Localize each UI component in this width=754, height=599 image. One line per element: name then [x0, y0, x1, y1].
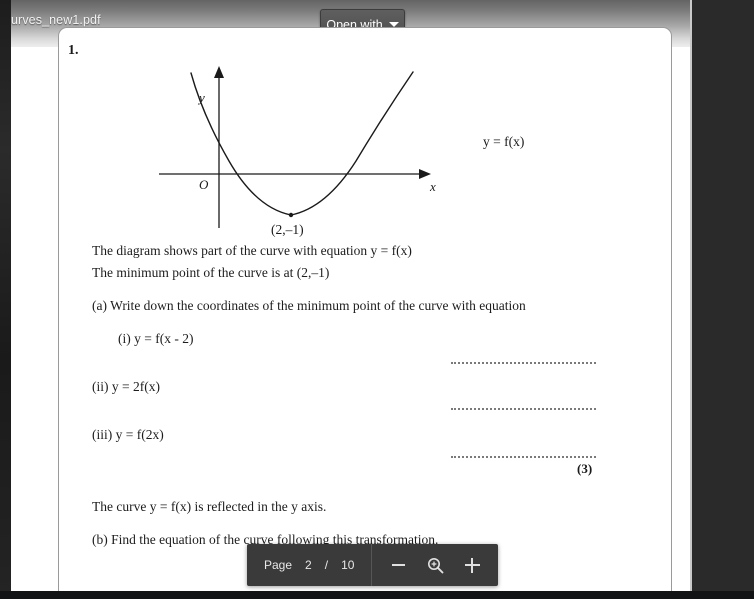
- page-separator: /: [324, 558, 329, 572]
- reflect-statement: The curve y = f(x) is reflected in the y…: [92, 499, 327, 514]
- graph-minimum-point-label: (2,–1): [271, 222, 304, 237]
- part-a-prompt: (a) Write down the coordinates of the mi…: [92, 298, 526, 313]
- minus-icon: [391, 564, 405, 566]
- function-graph: y x O (2,–1) y = f(x): [151, 56, 524, 246]
- answer-line-iii[interactable]: [451, 456, 596, 459]
- graph-y-axis-label: y: [199, 90, 205, 105]
- question-text-block: The diagram shows part of the curve with…: [92, 243, 652, 554]
- graph-svg: [159, 66, 431, 228]
- right-side-panel[interactable]: dd c rk a nme to T: [690, 0, 754, 599]
- marks-label-a: (3): [577, 461, 593, 476]
- window-left-edge: [0, 0, 11, 599]
- page-margin-left: [11, 47, 59, 591]
- answer-line-ii[interactable]: [451, 408, 596, 411]
- zoom-controls-group: [372, 544, 498, 586]
- pdf-viewer-root: dd c rk a nme to T urves_new1.pdf Open w…: [0, 0, 754, 599]
- page-label: Page: [264, 558, 293, 572]
- page-navigation-group: Page 2 / 10: [247, 544, 373, 586]
- answer-line-i[interactable]: [451, 362, 596, 365]
- total-pages-value: 10: [341, 558, 355, 572]
- file-title: urves_new1.pdf: [11, 13, 101, 27]
- zoom-out-button[interactable]: [389, 556, 407, 574]
- window-bottom-edge: [0, 591, 754, 599]
- part-a-iii: (iii) y = f(2x): [92, 427, 164, 442]
- zoom-reset-button[interactable]: [426, 556, 444, 574]
- question-number: 1.: [68, 43, 79, 58]
- pdf-bottom-toolbar[interactable]: Page 2 / 10: [247, 544, 499, 586]
- intro-line-2: The minimum point of the curve is at (2,…: [92, 265, 330, 280]
- panel-left-border: [690, 0, 692, 599]
- part-a-ii: (ii) y = 2f(x): [92, 379, 160, 394]
- current-page-value[interactable]: 2: [305, 558, 312, 572]
- pdf-page[interactable]: 1. y x O (2,–1) y = f(x) The diagram sho…: [58, 27, 672, 592]
- plus-icon: [464, 557, 480, 573]
- page-margin-right: [670, 47, 690, 591]
- intro-line-1: The diagram shows part of the curve with…: [92, 243, 412, 258]
- magnifier-plus-icon: [427, 557, 444, 573]
- graph-x-axis-label: x: [430, 179, 436, 194]
- graph-origin-label: O: [199, 177, 209, 192]
- graph-curve-label: y = f(x): [483, 134, 525, 149]
- part-a-i: (i) y = f(x - 2): [118, 331, 194, 346]
- zoom-in-button[interactable]: [463, 556, 481, 574]
